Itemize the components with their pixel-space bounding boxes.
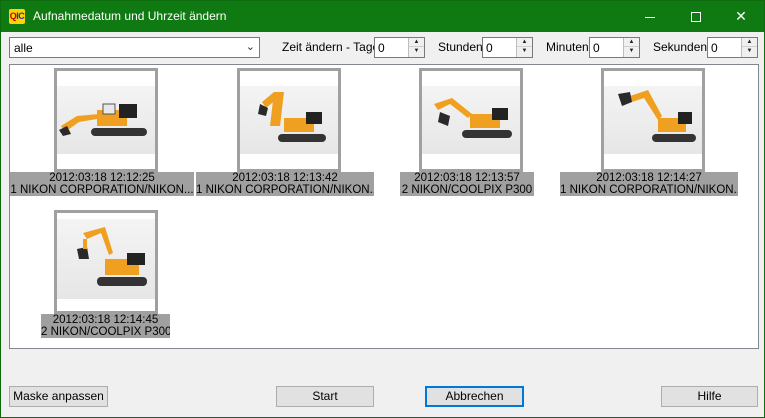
image-datetime: 2012:03:18 12:12:25 bbox=[49, 172, 155, 184]
close-icon: ✕ bbox=[735, 8, 747, 24]
image-gallery[interactable]: 2012:03:18 12:12:25 1 NIKON CORPORATION/… bbox=[9, 64, 759, 349]
image-datetime: 2012:03:18 12:14:27 bbox=[596, 172, 702, 184]
seconds-spin-buttons: ▲ ▼ bbox=[741, 38, 757, 57]
close-button[interactable]: ✕ bbox=[718, 1, 764, 32]
minutes-spin-buttons: ▲ ▼ bbox=[623, 38, 639, 57]
seconds-down-arrow-icon[interactable]: ▼ bbox=[742, 47, 757, 56]
title-bar[interactable]: QIC Aufnahmedatum und Uhrzeit ändern ✕ bbox=[1, 1, 764, 32]
image-caption: 2012:03:18 12:14:27 1 NIKON CORPORATION/… bbox=[560, 172, 738, 196]
minutes-label: Minuten bbox=[546, 40, 589, 54]
thumbnail-frame[interactable] bbox=[54, 210, 158, 314]
hours-stepper[interactable]: 0 ▲ ▼ bbox=[482, 37, 533, 58]
thumbnail-frame[interactable] bbox=[237, 68, 341, 172]
days-down-arrow-icon[interactable]: ▼ bbox=[409, 47, 424, 56]
hours-up-arrow-icon[interactable]: ▲ bbox=[517, 38, 532, 47]
image-datetime: 2012:03:18 12:14:45 bbox=[52, 314, 159, 326]
thumbnail-frame[interactable] bbox=[54, 68, 158, 172]
image-camera: 1 NIKON CORPORATION/NIKON... bbox=[196, 184, 374, 196]
hours-value: 0 bbox=[486, 41, 493, 55]
minimize-icon bbox=[645, 16, 655, 18]
excavator-photo bbox=[57, 86, 155, 154]
image-camera: 2 NIKON/COOLPIX P300 bbox=[41, 326, 170, 338]
minutes-value: 0 bbox=[593, 41, 600, 55]
dialog-window: QIC Aufnahmedatum und Uhrzeit ändern ✕ a… bbox=[0, 0, 765, 418]
days-stepper[interactable]: 0 ▲ ▼ bbox=[374, 37, 425, 58]
minutes-down-arrow-icon[interactable]: ▼ bbox=[624, 47, 639, 56]
cancel-button[interactable]: Abbrechen bbox=[425, 386, 524, 407]
image-caption: 2012:03:18 12:12:25 1 NIKON CORPORATION/… bbox=[10, 172, 194, 196]
hours-down-arrow-icon[interactable]: ▼ bbox=[517, 47, 532, 56]
app-logo-text-b: IC bbox=[16, 11, 25, 21]
thumbnail-frame[interactable] bbox=[601, 68, 705, 172]
excavator-photo bbox=[604, 86, 702, 154]
image-camera: 2 NIKON/COOLPIX P300 bbox=[401, 184, 533, 196]
seconds-stepper[interactable]: 0 ▲ ▼ bbox=[707, 37, 758, 58]
excavator-photo bbox=[240, 86, 338, 154]
start-button[interactable]: Start bbox=[276, 386, 374, 407]
seconds-label: Sekunden bbox=[653, 40, 708, 54]
chevron-down-icon: ⌄ bbox=[245, 41, 255, 53]
thumbnail-frame[interactable] bbox=[419, 68, 523, 172]
maximize-button[interactable] bbox=[673, 1, 719, 32]
hours-label: Stunden bbox=[438, 40, 483, 54]
seconds-value: 0 bbox=[711, 41, 718, 55]
mask-button[interactable]: Maske anpassen bbox=[9, 386, 108, 407]
image-caption: 2012:03:18 12:14:45 2 NIKON/COOLPIX P300 bbox=[41, 314, 170, 338]
days-spin-buttons: ▲ ▼ bbox=[408, 38, 424, 57]
days-value: 0 bbox=[378, 41, 385, 55]
maximize-icon bbox=[691, 12, 701, 23]
image-datetime: 2012:03:18 12:13:42 bbox=[232, 172, 338, 184]
app-logo-icon: QIC bbox=[9, 9, 25, 24]
excavator-photo bbox=[422, 86, 520, 154]
image-datetime: 2012:03:18 12:13:57 bbox=[414, 172, 520, 184]
window-title: Aufnahmedatum und Uhrzeit ändern bbox=[33, 9, 227, 23]
excavator-photo bbox=[57, 219, 155, 299]
seconds-up-arrow-icon[interactable]: ▲ bbox=[742, 38, 757, 47]
days-label: Zeit ändern - Tage bbox=[282, 40, 380, 54]
help-button[interactable]: Hilfe bbox=[661, 386, 758, 407]
image-camera: 1 NIKON CORPORATION/NIKON... bbox=[10, 184, 194, 196]
image-caption: 2012:03:18 12:13:57 2 NIKON/COOLPIX P300 bbox=[400, 172, 534, 196]
image-camera: 1 NIKON CORPORATION/NIKON... bbox=[560, 184, 738, 196]
days-up-arrow-icon[interactable]: ▲ bbox=[409, 38, 424, 47]
image-caption: 2012:03:18 12:13:42 1 NIKON CORPORATION/… bbox=[196, 172, 374, 196]
filter-dropdown[interactable]: alle ⌄ bbox=[9, 37, 260, 58]
minimize-button[interactable] bbox=[627, 1, 673, 32]
filter-dropdown-value: alle bbox=[14, 41, 33, 55]
minutes-stepper[interactable]: 0 ▲ ▼ bbox=[589, 37, 640, 58]
hours-spin-buttons: ▲ ▼ bbox=[516, 38, 532, 57]
minutes-up-arrow-icon[interactable]: ▲ bbox=[624, 38, 639, 47]
